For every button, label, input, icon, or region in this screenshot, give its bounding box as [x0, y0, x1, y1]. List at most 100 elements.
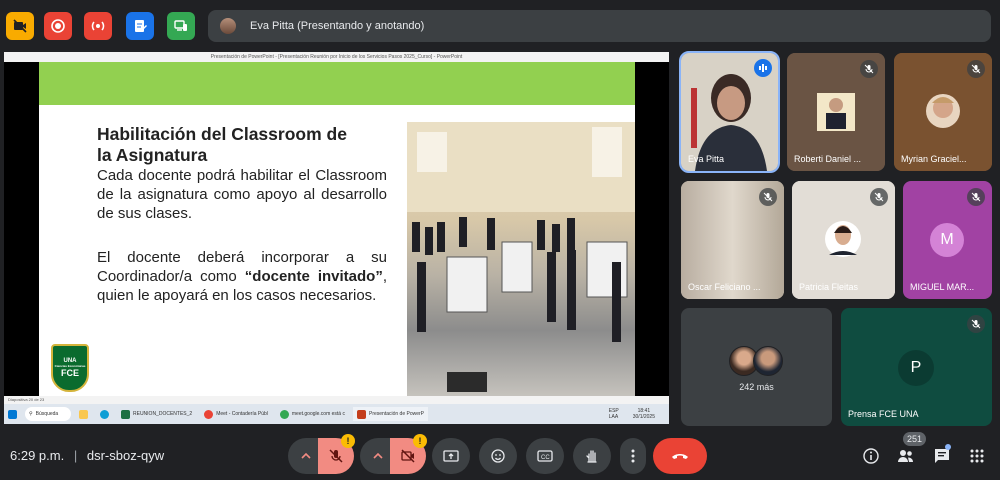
people-button[interactable] [896, 446, 916, 466]
participant-name: Prensa FCE UNA [848, 409, 919, 419]
participant-count-badge: 251 [903, 432, 927, 446]
folder-icon [79, 409, 88, 419]
companion-mode-button[interactable] [167, 12, 195, 40]
meeting-details-button[interactable] [861, 446, 881, 466]
hang-up-icon [672, 454, 688, 459]
warning-mark: ! [346, 436, 350, 446]
clock-time: 6:29 p.m. [10, 448, 65, 463]
search-icon: ⚲ [29, 411, 33, 417]
participant-avatar: P [898, 350, 934, 386]
live-stream-button[interactable] [84, 12, 112, 40]
captions-button[interactable]: CC [526, 438, 564, 474]
shared-screen: Presentación de PowerPoint - [Presentaci… [4, 52, 669, 424]
muted-indicator [967, 315, 985, 333]
avatar-initial: M [940, 231, 954, 248]
notes-edit-icon [135, 20, 147, 32]
activities-button[interactable] [967, 446, 987, 466]
avatar-initial: P [910, 359, 922, 376]
leave-call-button[interactable] [653, 438, 707, 474]
mic-warning-badge: ! [341, 434, 355, 448]
slide-heading-line2: la Asignatura [97, 145, 208, 165]
no-video-icon [13, 19, 27, 33]
participant-name: Oscar Feliciano ... [688, 282, 761, 292]
participant-name: Patricia Fleitas [799, 282, 859, 292]
warning-mark: ! [418, 436, 422, 446]
presentation-slide: Habilitación del Classroom de la Asignat… [39, 62, 635, 400]
speaking-indicator [754, 59, 772, 77]
taskbar-lang: ESP LAA [608, 408, 619, 420]
taskbar-item-label: Presentación de PowerP [368, 411, 425, 417]
chevron-up-icon [301, 452, 311, 459]
chevron-up-icon [373, 452, 383, 459]
participant-name: Eva Pitta [688, 154, 725, 164]
slide-counter: Diapositiva 20 de 23 [8, 397, 45, 402]
camera-off-icon [401, 449, 415, 463]
more-options-button[interactable] [620, 438, 646, 474]
present-screen-icon [443, 450, 459, 462]
mic-off-icon [971, 319, 981, 329]
participant-avatar: M [930, 223, 964, 257]
mic-off-icon [874, 192, 884, 202]
present-screen-button[interactable] [432, 438, 470, 474]
taskbar-item-label: meet.google.com está c [291, 411, 345, 417]
taskbar-explorer[interactable] [75, 407, 92, 421]
participant-name: Roberti Daniel ... [794, 154, 862, 164]
slide-heading-line1: Habilitación del Classroom de [97, 124, 347, 144]
participant-tile-roberti[interactable]: Roberti Daniel ... [787, 53, 885, 171]
muted-indicator [967, 188, 985, 206]
participant-tile-miguel[interactable]: M MIGUEL MAR... [903, 181, 992, 299]
mic-off-icon [971, 192, 981, 202]
record-button[interactable] [44, 12, 72, 40]
participant-count: 251 [907, 434, 923, 444]
notes-button[interactable] [126, 12, 154, 40]
taskbar-item-label: REUNION_DOCENTES_2 [133, 411, 193, 417]
more-participants-tile[interactable]: 242 más [681, 308, 832, 426]
muted-indicator [967, 60, 985, 78]
camera-warning-badge: ! [413, 434, 427, 448]
slide-photo [407, 122, 635, 400]
emoji-icon [491, 449, 505, 463]
hide-overlay-button[interactable] [6, 12, 34, 40]
windows-taskbar: ⚲ Búsqueda REUNION_DOCENTES_2 Meet - Con… [4, 404, 669, 424]
participant-name: Myrian Graciel... [901, 154, 967, 164]
taskbar-edge[interactable] [96, 407, 113, 421]
muted-indicator [759, 188, 777, 206]
slide-paragraph-2: El docente deberá incorporar a su Coordi… [97, 248, 387, 305]
chat-notification-dot [945, 444, 951, 450]
participant-tile-patricia[interactable]: Patricia Fleitas [792, 181, 895, 299]
taskbar-item-3[interactable]: meet.google.com está c [276, 407, 349, 421]
reactions-button[interactable] [479, 438, 517, 474]
slide-header-bar [39, 62, 635, 105]
slide-paragraph-2-bold: “docente invitado” [244, 268, 383, 285]
taskbar-search[interactable]: ⚲ Búsqueda [25, 407, 71, 421]
taskbar-item-2[interactable]: Meet - Contadería Públ [200, 407, 272, 421]
taskbar-item-1[interactable]: REUNION_DOCENTES_2 [117, 407, 196, 421]
mic-off-icon [971, 64, 981, 74]
participant-tile-myrian[interactable]: Myrian Graciel... [894, 53, 992, 171]
chrome-icon [204, 409, 214, 419]
chrome-icon [279, 409, 289, 419]
raise-hand-button[interactable] [573, 438, 611, 474]
participant-tile-oscar[interactable]: Oscar Feliciano ... [681, 181, 784, 299]
participant-tile-eva-pitta[interactable]: Eva Pitta [679, 51, 780, 173]
devices-icon [174, 20, 187, 31]
logo-fce-text: FCE [61, 368, 79, 378]
apps-grid-icon [970, 449, 984, 463]
participant-avatar [753, 346, 783, 376]
people-icon [898, 450, 913, 462]
record-icon [51, 19, 65, 33]
powerpoint-titlebar: Presentación de PowerPoint - [Presentaci… [4, 52, 669, 62]
more-avatars [729, 346, 785, 376]
presenter-label: Eva Pitta (Presentando y anotando) [250, 20, 425, 32]
start-button[interactable] [4, 407, 21, 421]
info-icon [863, 448, 879, 464]
captions-icon: CC [537, 450, 553, 462]
muted-indicator [870, 188, 888, 206]
slide-paragraph-1: Cada docente podrá habilitar el Classroo… [97, 167, 387, 222]
hand-icon [586, 450, 597, 463]
muted-indicator [860, 60, 878, 78]
taskbar-item-4[interactable]: Presentación de PowerP [352, 407, 429, 421]
event-photo-illustration [407, 122, 635, 392]
participant-tile-prensa[interactable]: P Prensa FCE UNA [841, 308, 992, 426]
taskbar-date: 30/1/2025 [632, 414, 655, 420]
